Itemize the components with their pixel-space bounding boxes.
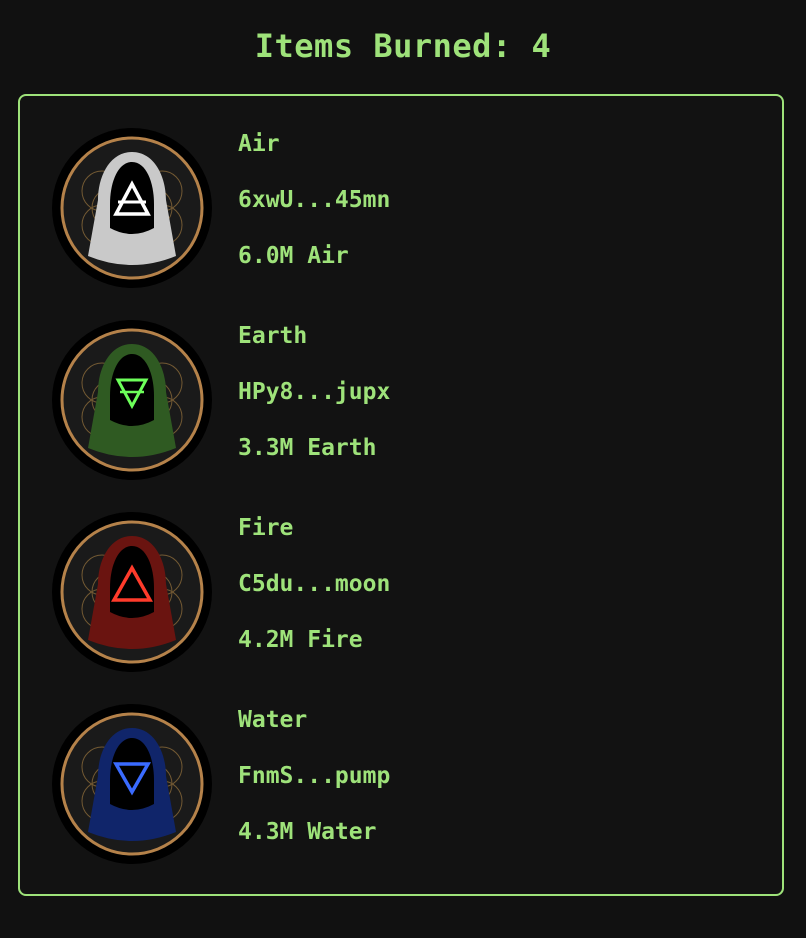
- list-item: Earth HPy8...jupx 3.3M Earth: [52, 320, 752, 480]
- item-amount: 4.3M Water: [238, 819, 377, 845]
- page-title: Items Burned: 4: [254, 27, 552, 65]
- burned-items-panel: Air 6xwU...45mn 6.0M Air Earth HPy8...ju…: [18, 94, 784, 896]
- fire-avatar-icon: [52, 512, 212, 672]
- item-address[interactable]: 6xwU...45mn: [238, 186, 390, 214]
- item-name: Fire: [238, 515, 294, 541]
- item-amount: 4.2M Fire: [238, 627, 363, 653]
- item-address[interactable]: FnmS...pump: [238, 762, 390, 790]
- item-name: Air: [238, 131, 280, 157]
- item-address[interactable]: C5du...moon: [238, 570, 390, 598]
- item-amount: 6.0M Air: [238, 243, 349, 269]
- water-avatar-icon: [52, 704, 212, 864]
- item-name: Water: [238, 707, 308, 733]
- item-address[interactable]: HPy8...jupx: [238, 378, 390, 406]
- earth-avatar-icon: [52, 320, 212, 480]
- list-item: Fire C5du...moon 4.2M Fire: [52, 512, 752, 672]
- air-avatar-icon: [52, 128, 212, 288]
- item-amount: 3.3M Earth: [238, 435, 377, 461]
- item-name: Earth: [238, 323, 308, 349]
- list-item: Water FnmS...pump 4.3M Water: [52, 704, 752, 864]
- list-item: Air 6xwU...45mn 6.0M Air: [52, 128, 752, 288]
